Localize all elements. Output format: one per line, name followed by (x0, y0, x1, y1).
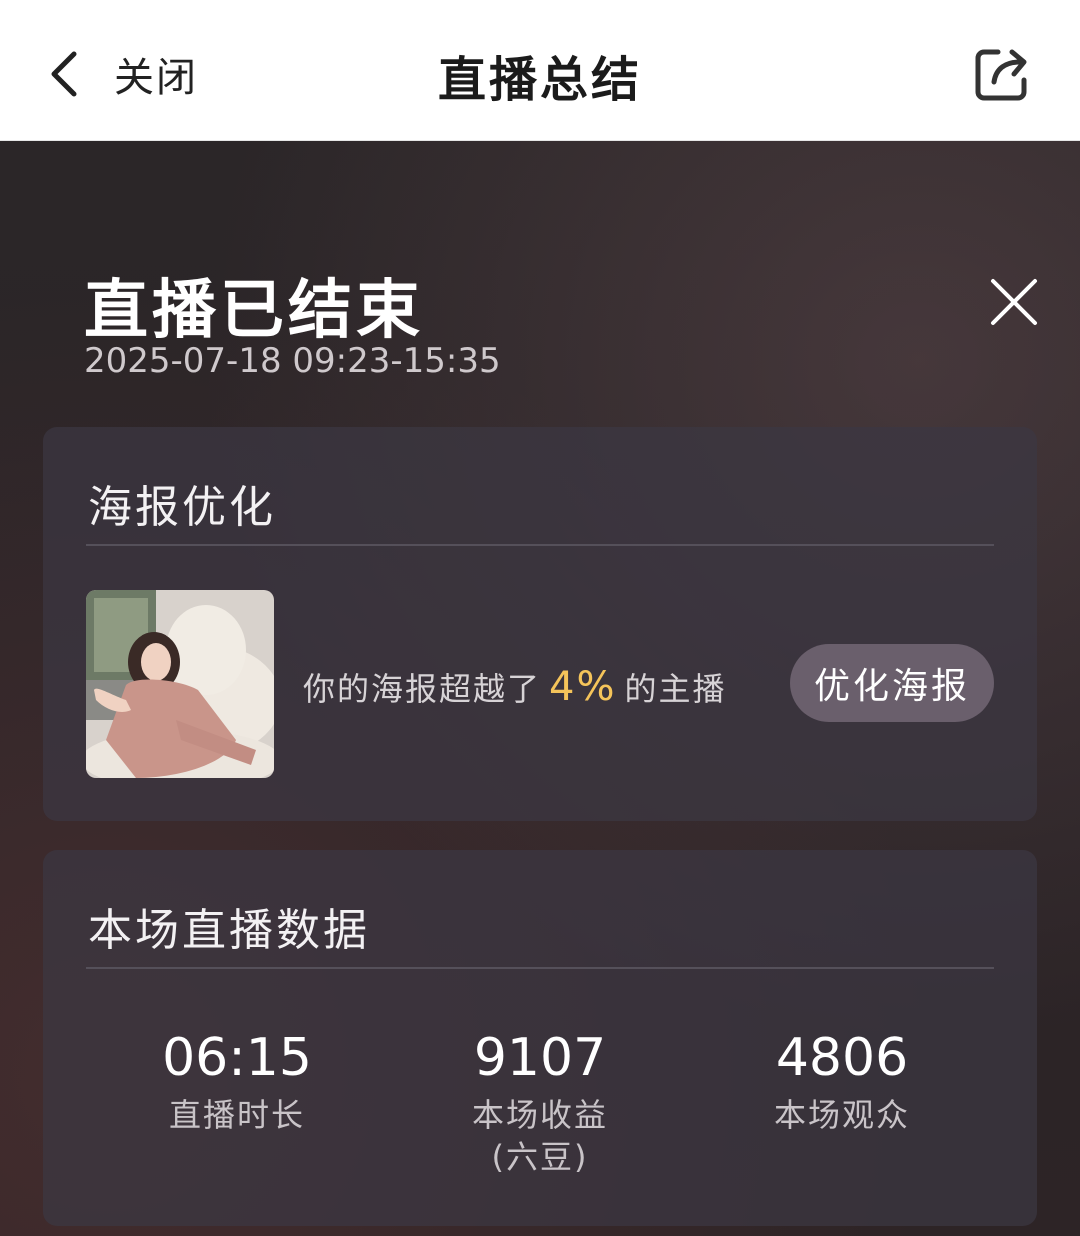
live-ended-title: 直播已结束 (84, 274, 424, 348)
optimize-poster-button[interactable]: 优化海报 (790, 644, 994, 722)
share-icon[interactable] (970, 40, 1036, 106)
close-icon[interactable] (988, 276, 1040, 328)
poster-ranking-text: 你的海报超越了 4% 的主播 (303, 664, 727, 710)
poster-thumbnail[interactable] (86, 590, 274, 778)
stat-duration: 06:15 直播时长 (117, 1028, 357, 1136)
poster-section-title: 海报优化 (88, 482, 276, 533)
stat-value: 9107 (473, 1028, 607, 1088)
poster-text-prefix: 你的海报超越了 (303, 670, 542, 708)
stat-label: 直播时长 (168, 1096, 305, 1134)
poster-text-suffix: 的主播 (624, 670, 727, 708)
stat-sublabel: (六豆) (491, 1138, 589, 1176)
stat-viewers: 4806 本场观众 (722, 1028, 962, 1136)
stat-value: 06:15 (162, 1028, 312, 1088)
poster-optimization-card: 海报优化 你的海报超越了 4% 的主播 优化海报 (43, 427, 1037, 821)
divider (86, 544, 994, 546)
nav-bar: 关闭 直播总结 (0, 0, 1080, 141)
stat-label: 本场收益 (471, 1096, 608, 1134)
stat-earnings: 9107 本场收益 (六豆) (420, 1028, 660, 1178)
divider (86, 967, 994, 969)
stat-label: 本场观众 (773, 1096, 910, 1134)
live-time-range: 2025-07-18 09:23-15:35 (84, 341, 501, 381)
stats-section-title: 本场直播数据 (88, 905, 370, 956)
stat-value: 4806 (775, 1028, 909, 1088)
page-title: 直播总结 (437, 52, 642, 108)
poster-percent: 4% (549, 664, 617, 710)
summary-content: 直播已结束 2025-07-18 09:23-15:35 海报优化 你的海报超越… (0, 141, 1080, 1236)
live-stats-card: 本场直播数据 06:15 直播时长 9107 本场收益 (六豆) 4806 本场… (43, 850, 1037, 1226)
